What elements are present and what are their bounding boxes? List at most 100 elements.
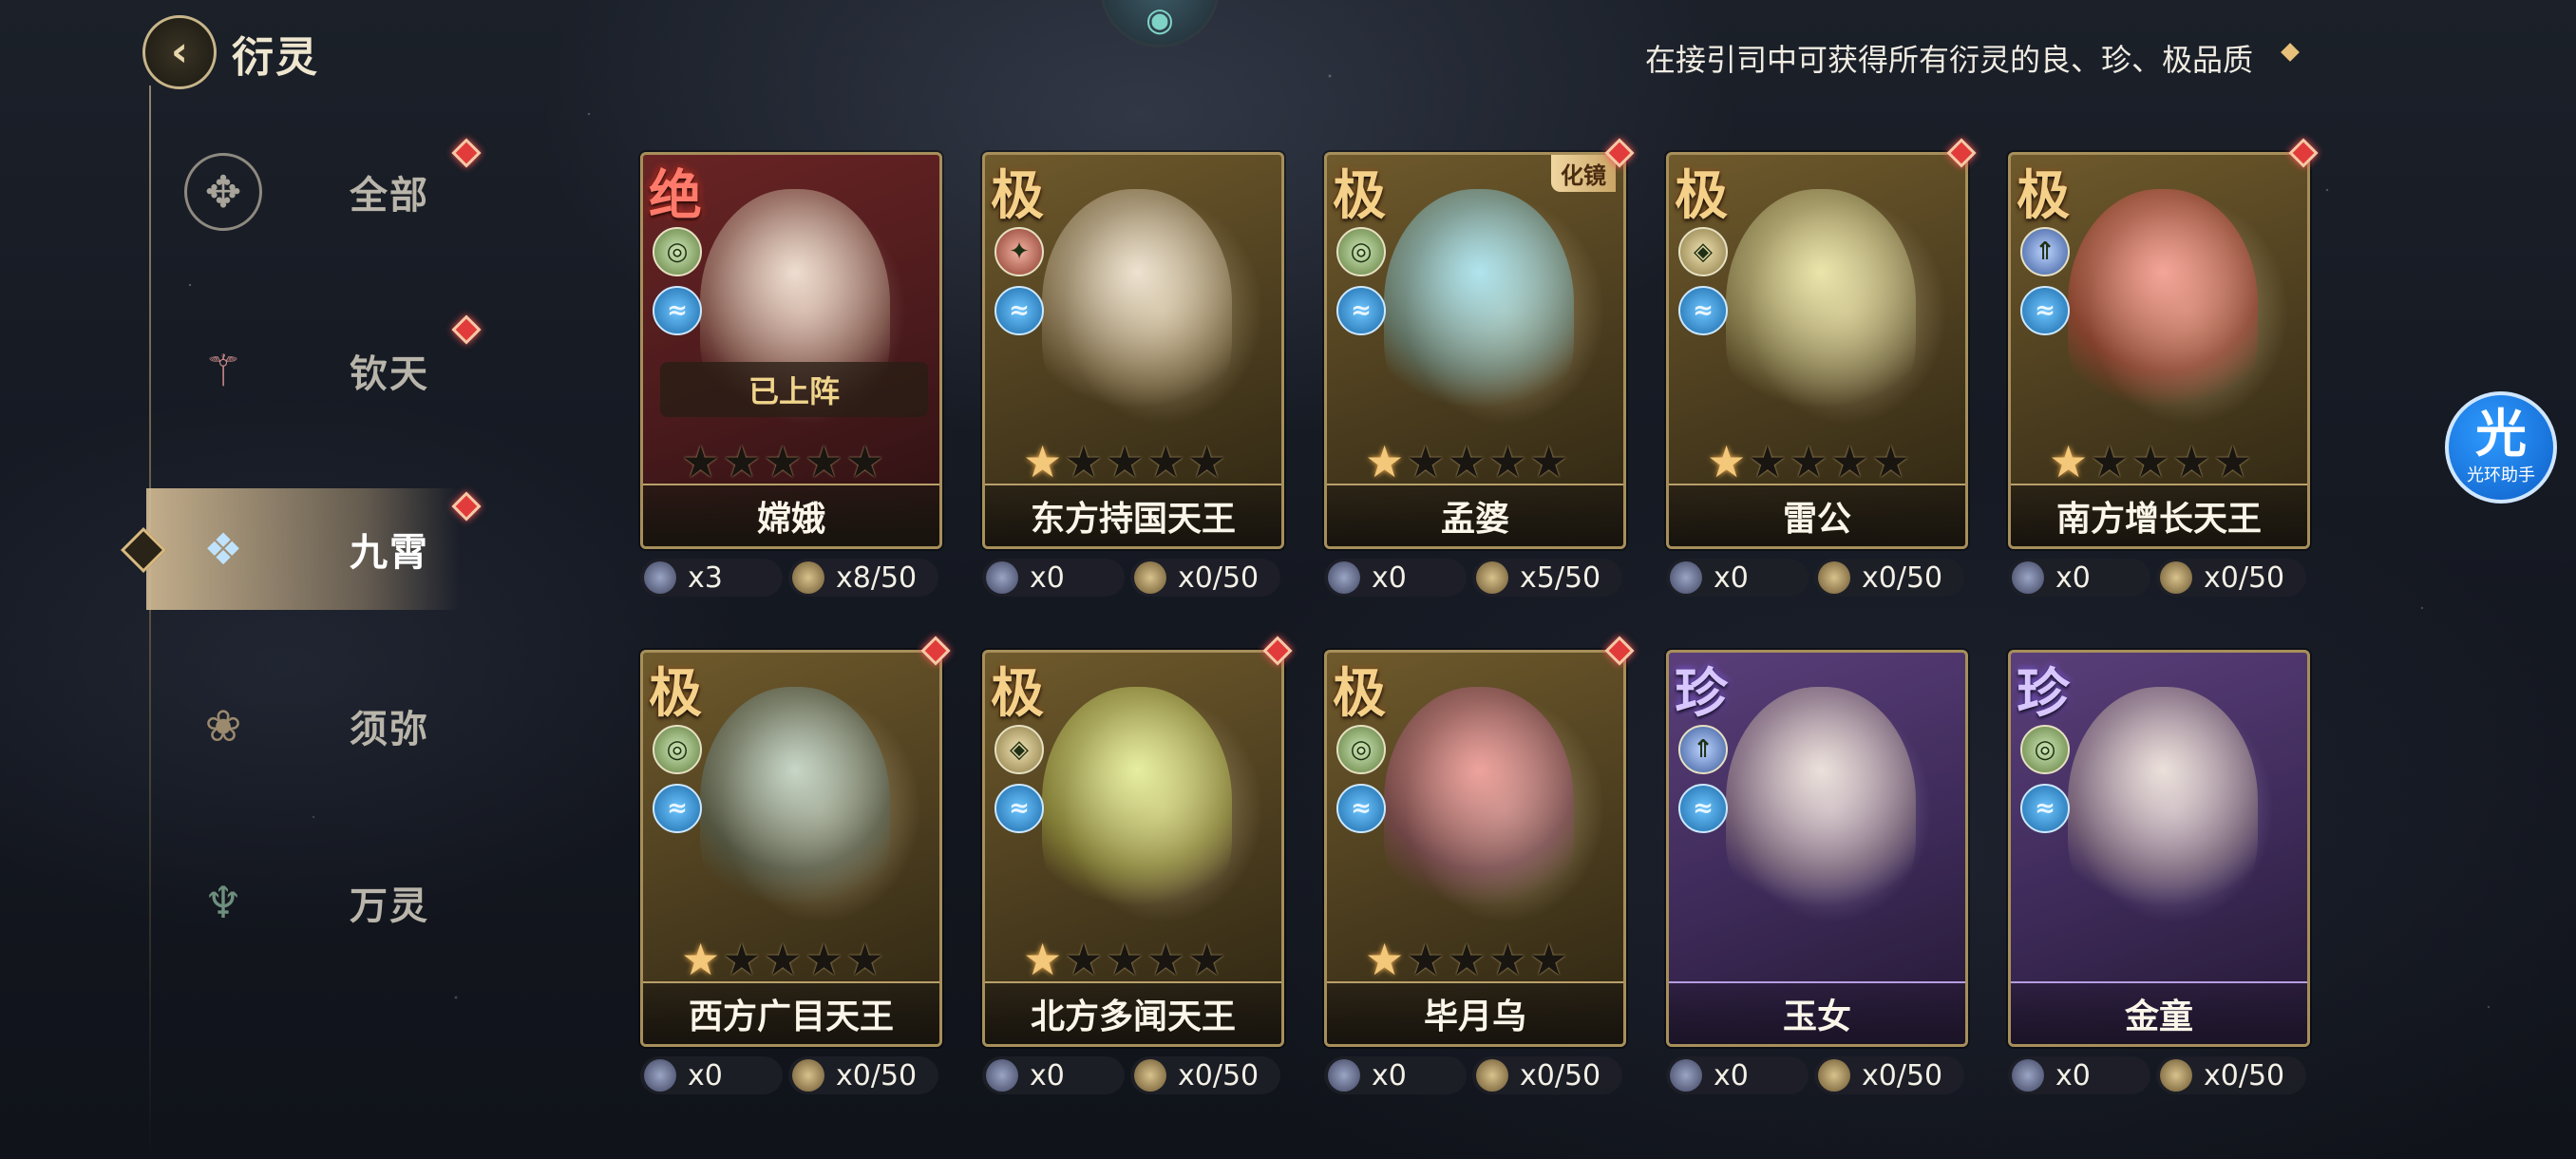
card-change-e[interactable]: 绝 ◎ ≈ 已上阵 ★ ★ ★ ★ ★ 嫦娥 bbox=[640, 152, 942, 549]
card-counts: x0 x0/50 bbox=[982, 1056, 1284, 1094]
diamond-icon bbox=[2281, 43, 2300, 62]
sidebar-item-label: 九霄 bbox=[350, 531, 429, 575]
light-ring-assistant-button[interactable]: 光 光环助手 bbox=[2445, 391, 2557, 504]
character-token-icon bbox=[644, 561, 676, 594]
shards-count: x0/50 bbox=[1130, 1056, 1280, 1094]
star-icon: ★ bbox=[845, 934, 885, 985]
card-dongfang-chiguo[interactable]: 极 ✦ ≈ ★ ★ ★ ★ ★ 东方持国天王 bbox=[982, 152, 1284, 549]
water-element-icon: ≈ bbox=[1678, 286, 1728, 335]
star-icon: ★ bbox=[1789, 436, 1828, 487]
assistant-logo: 光 bbox=[2475, 404, 2527, 464]
back-button[interactable]: ‹ bbox=[142, 15, 217, 89]
character-portrait bbox=[2068, 189, 2258, 427]
star-icon: ★ bbox=[1023, 934, 1063, 985]
card-nanfang-zengzhang[interactable]: 极 ⇑ ≈ ★ ★ ★ ★ ★ 南方增长天王 bbox=[2008, 152, 2310, 549]
sidebar-item-label: 须弥 bbox=[350, 708, 429, 751]
star-icon: ★ bbox=[845, 436, 885, 487]
sidebar-item-jiuxiao[interactable]: ❖ 九霄 bbox=[146, 488, 460, 610]
shards-count: x0/50 bbox=[1472, 1056, 1622, 1094]
shards-count: x5/50 bbox=[1472, 559, 1622, 597]
assistant-label: 光环助手 bbox=[2467, 466, 2535, 485]
sidebar-item-xumi[interactable]: ❀ 须弥 bbox=[146, 665, 460, 787]
star-rating: ★ ★ ★ ★ ★ bbox=[1707, 440, 1910, 484]
card-counts: x0 x0/50 bbox=[2008, 559, 2310, 597]
shard-icon bbox=[792, 1059, 824, 1092]
sidebar-item-label: 钦天 bbox=[350, 352, 429, 396]
rank-badge: 极 bbox=[1333, 662, 1386, 725]
character-portrait bbox=[1726, 687, 1916, 924]
character-name: 金童 bbox=[2011, 981, 2307, 1044]
star-rating: ★ ★ ★ ★ ★ bbox=[1365, 938, 1568, 981]
character-token-icon bbox=[644, 1059, 676, 1092]
rank-badge: 绝 bbox=[649, 164, 702, 227]
star-icon: ★ bbox=[1023, 436, 1063, 487]
card-mengpo[interactable]: 极 化镜 ◎ ≈ ★ ★ ★ ★ ★ 孟婆 bbox=[1324, 152, 1626, 549]
character-token-icon bbox=[1670, 1059, 1702, 1092]
character-token-icon bbox=[2012, 561, 2044, 594]
character-name: 孟婆 bbox=[1327, 484, 1623, 546]
sidebar-item-wanling[interactable]: ♆ 万灵 bbox=[146, 842, 460, 963]
card-yunv[interactable]: 珍 ⇑ ≈ 玉女 bbox=[1666, 650, 1968, 1047]
card-counts: x0 x0/50 bbox=[1666, 559, 1968, 597]
star-icon: ★ bbox=[1829, 436, 1869, 487]
card-counts: x0 x0/50 bbox=[1666, 1056, 1968, 1094]
copies-count: x0 bbox=[2008, 1056, 2150, 1094]
character-portrait bbox=[1726, 189, 1916, 427]
copies-count: x0 bbox=[1324, 1056, 1467, 1094]
star-rating: ★ ★ ★ ★ ★ bbox=[1365, 440, 1568, 484]
character-token-icon bbox=[1328, 561, 1360, 594]
star-icon: ★ bbox=[1105, 934, 1145, 985]
character-token-icon bbox=[986, 561, 1018, 594]
star-icon: ★ bbox=[1707, 436, 1747, 487]
card-counts: x0 x0/50 bbox=[982, 559, 1284, 597]
sidebar-item-label: 万灵 bbox=[350, 884, 429, 928]
card-counts: x3 x8/50 bbox=[640, 559, 942, 597]
card-jintong[interactable]: 珍 ◎ ≈ 金童 bbox=[2008, 650, 2310, 1047]
rank-badge: 珍 bbox=[2017, 662, 2070, 725]
water-element-icon: ≈ bbox=[1678, 784, 1728, 833]
character-portrait bbox=[2068, 687, 2258, 924]
star-icon: ★ bbox=[681, 934, 721, 985]
water-element-icon: ≈ bbox=[2020, 286, 2070, 335]
card-counts: x0 x0/50 bbox=[2008, 1056, 2310, 1094]
shards-count: x0/50 bbox=[1130, 559, 1280, 597]
rank-badge: 极 bbox=[991, 164, 1044, 227]
water-element-icon: ≈ bbox=[1336, 286, 1386, 335]
rank-badge: 极 bbox=[1675, 164, 1728, 227]
star-icon: ★ bbox=[1406, 934, 1446, 985]
character-name: 东方持国天王 bbox=[985, 484, 1281, 546]
character-token-icon bbox=[1670, 561, 1702, 594]
character-name: 西方广目天王 bbox=[643, 981, 939, 1044]
sidebar-item-all[interactable]: ✥ 全部 bbox=[146, 131, 460, 253]
character-name: 南方增长天王 bbox=[2011, 484, 2307, 546]
star-icon: ★ bbox=[1365, 436, 1405, 487]
character-token-icon bbox=[1328, 1059, 1360, 1092]
star-icon: ★ bbox=[1187, 436, 1227, 487]
shards-count: x0/50 bbox=[2156, 1056, 2306, 1094]
xumi-emblem-icon: ❀ bbox=[204, 700, 242, 751]
star-icon: ★ bbox=[763, 436, 803, 487]
mascot-icon[interactable]: ◉ bbox=[1100, 0, 1220, 48]
wanling-emblem-icon: ♆ bbox=[203, 877, 243, 928]
sidebar-item-qintian[interactable]: ⚚ 钦天 bbox=[146, 310, 460, 431]
star-icon: ★ bbox=[722, 436, 762, 487]
star-rating: ★ ★ ★ ★ ★ bbox=[2049, 440, 2252, 484]
star-icon: ★ bbox=[804, 934, 843, 985]
card-biyuewu[interactable]: 极 ◎ ≈ ★ ★ ★ ★ ★ 毕月乌 bbox=[1324, 650, 1626, 1047]
card-beifang-duowen[interactable]: 极 ◈ ≈ ★ ★ ★ ★ ★ 北方多闻天王 bbox=[982, 650, 1284, 1047]
shards-count: x0/50 bbox=[1814, 1056, 1964, 1094]
star-icon: ★ bbox=[1406, 436, 1446, 487]
qintian-emblem-icon: ⚚ bbox=[203, 345, 243, 396]
star-icon: ★ bbox=[1064, 436, 1104, 487]
card-leigong[interactable]: 极 ◈ ≈ ★ ★ ★ ★ ★ 雷公 bbox=[1666, 152, 1968, 549]
character-portrait bbox=[1042, 189, 1232, 427]
shard-icon bbox=[1818, 1059, 1850, 1092]
copies-count: x3 bbox=[640, 559, 783, 597]
character-portrait bbox=[1384, 189, 1574, 427]
shard-icon bbox=[2160, 561, 2192, 594]
character-portrait bbox=[700, 687, 890, 924]
copies-count: x0 bbox=[1666, 559, 1809, 597]
card-xifang-guangmu[interactable]: 极 ◎ ≈ ★ ★ ★ ★ ★ 西方广目天王 bbox=[640, 650, 942, 1047]
star-icon: ★ bbox=[1064, 934, 1104, 985]
all-emblem-icon: ✥ bbox=[184, 153, 262, 231]
